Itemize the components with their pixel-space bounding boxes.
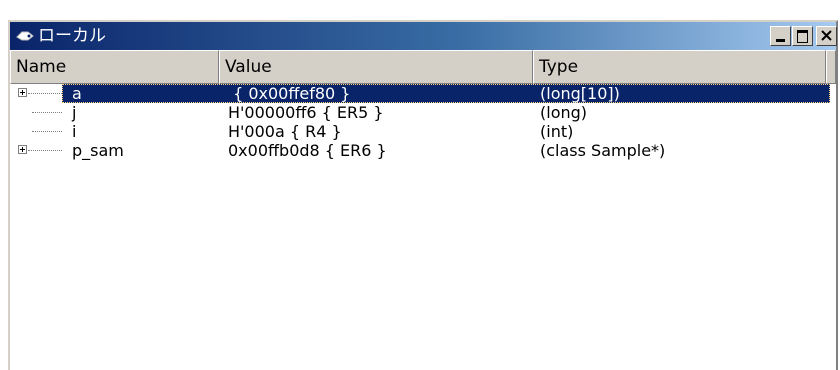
list-item[interactable]: p_sam 0x00ffb0d8 { ER6 } (class Sample*)	[10, 141, 836, 160]
row-type: (long[10])	[540, 84, 620, 103]
selection-highlight	[62, 84, 830, 103]
column-header-type[interactable]: Type	[533, 50, 826, 84]
close-button[interactable]	[816, 26, 837, 46]
row-value: H'000a { R4 }	[228, 122, 342, 141]
row-type: (long)	[540, 103, 588, 122]
expand-icon[interactable]	[18, 145, 27, 154]
row-type: (int)	[540, 122, 574, 141]
tree-connector	[28, 150, 62, 151]
row-name: j	[72, 103, 77, 122]
minimize-button[interactable]	[770, 26, 791, 46]
expand-icon[interactable]	[18, 88, 27, 97]
list-item[interactable]: i H'000a { R4 } (int)	[10, 122, 836, 141]
column-header-value[interactable]: Value	[219, 50, 533, 84]
row-value: { 0x00ffef80 }	[228, 84, 351, 103]
column-header-filler	[826, 50, 836, 84]
row-name: p_sam	[72, 141, 124, 160]
tree-connector	[32, 131, 62, 132]
list-item[interactable]: j H'00000ff6 { ER5 } (long)	[10, 103, 836, 122]
row-name: a	[72, 84, 82, 103]
locals-window: ローカル Name Value Type a { 0x00ffef80 } (l…	[8, 20, 838, 370]
close-icon	[821, 30, 832, 41]
column-header-row: Name Value Type	[10, 50, 836, 84]
title-bar[interactable]: ローカル	[10, 22, 837, 50]
row-value: H'00000ff6 { ER5 }	[228, 103, 384, 122]
tree-connector	[28, 93, 62, 94]
row-type: (class Sample*)	[540, 141, 666, 160]
locals-icon	[16, 31, 34, 41]
list-item[interactable]: a { 0x00ffef80 } (long[10])	[10, 84, 836, 103]
tree-connector	[32, 112, 62, 113]
column-header-name[interactable]: Name	[10, 50, 219, 84]
row-value: 0x00ffb0d8 { ER6 }	[228, 141, 387, 160]
row-name: i	[72, 122, 77, 141]
maximize-button[interactable]	[792, 26, 813, 46]
window-title: ローカル	[38, 26, 106, 46]
